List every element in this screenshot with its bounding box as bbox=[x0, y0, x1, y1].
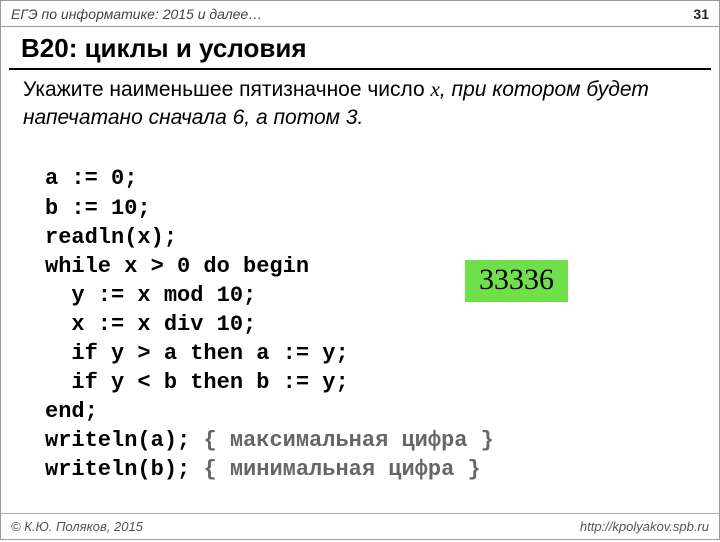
task-var: x bbox=[431, 77, 440, 101]
page-number: 31 bbox=[693, 6, 709, 22]
slide: ЕГЭ по информатике: 2015 и далее… 31 B20… bbox=[0, 0, 720, 540]
code-line: b := 10; bbox=[45, 196, 151, 221]
code-comment: { минимальная цифра } bbox=[203, 457, 480, 482]
header-subject: ЕГЭ по информатике: 2015 и далее… bbox=[11, 6, 262, 22]
code-line: if y > a then a := y; bbox=[45, 341, 349, 366]
code-line: writeln(a); bbox=[45, 428, 203, 453]
code-line: x := x div 10; bbox=[45, 312, 256, 337]
code-line: writeln(b); bbox=[45, 457, 203, 482]
slide-footer: © К.Ю. Поляков, 2015 http://kpolyakov.sp… bbox=[1, 513, 719, 539]
code-line: end; bbox=[45, 399, 98, 424]
answer-box: 33336 bbox=[465, 260, 568, 302]
footer-url: http://kpolyakov.spb.ru bbox=[580, 519, 709, 534]
task-pre: Укажите наименьшее пятизначное число bbox=[23, 78, 431, 101]
slide-header: ЕГЭ по информатике: 2015 и далее… 31 bbox=[1, 1, 719, 27]
code-comment: { максимальная цифра } bbox=[203, 428, 493, 453]
copyright: © К.Ю. Поляков, 2015 bbox=[11, 519, 143, 534]
code-line: a := 0; bbox=[45, 166, 137, 191]
code-line: y := x mod 10; bbox=[45, 283, 256, 308]
page-title: B20: циклы и условия bbox=[9, 27, 711, 70]
code-line: if y < b then b := y; bbox=[45, 370, 349, 395]
task-text: Укажите наименьшее пятизначное число x, … bbox=[23, 76, 705, 131]
code-block: a := 0; b := 10; readln(x); while x > 0 … bbox=[45, 135, 705, 541]
code-line: while x > 0 do begin bbox=[45, 254, 309, 279]
content: Укажите наименьшее пятизначное число x, … bbox=[1, 70, 719, 542]
code-line: readln(x); bbox=[45, 225, 177, 250]
